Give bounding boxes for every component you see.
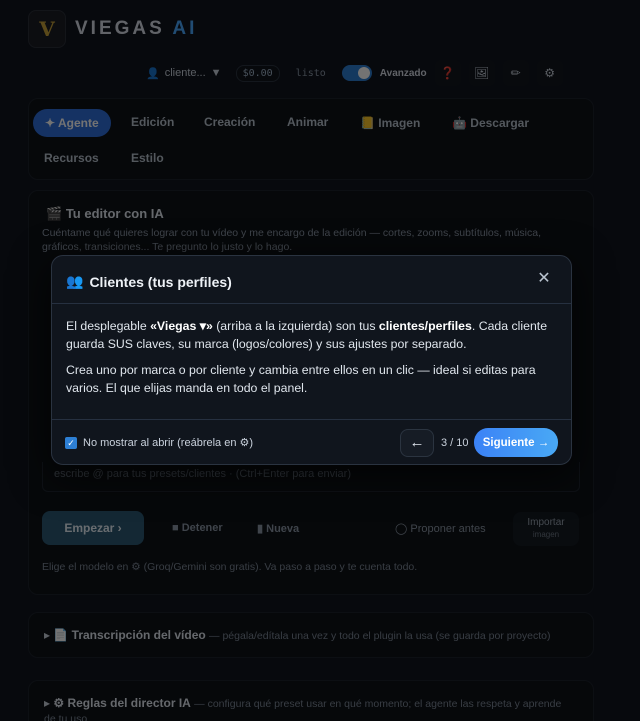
tab-image[interactable]: 📒 Imagen: [360, 116, 420, 130]
tab-style[interactable]: Estilo: [131, 151, 164, 165]
step-counter: 3 / 10: [441, 437, 469, 449]
checkbox-checked-icon[interactable]: ✓: [65, 436, 77, 449]
tab-resources[interactable]: Recursos: [44, 151, 99, 165]
help-icon[interactable]: ❓: [434, 60, 461, 86]
start-button[interactable]: Empezar ›: [42, 511, 144, 545]
advanced-toggle[interactable]: [341, 65, 372, 81]
brand-title: VIEGAS AI: [75, 18, 198, 39]
editor-description: Cuéntame qué quieres lograr con tu vídeo…: [42, 227, 542, 253]
client-selector[interactable]: 👤 cliente... ▼: [140, 64, 228, 83]
radio-icon: ◯: [395, 523, 408, 535]
divider: [52, 303, 571, 304]
divider: [52, 419, 571, 420]
clients-dialog: 👥 Clientes (tus perfiles) ✕ El desplegab…: [51, 255, 572, 465]
transcription-header[interactable]: ▸ 📄 Transcripción del vídeo — pégala/edí…: [44, 628, 551, 642]
new-button[interactable]: ▮ Nueva: [257, 522, 299, 535]
dialog-paragraph-1: El desplegable «Viegas ▾» (arriba a la i…: [66, 319, 548, 351]
previous-button[interactable]: ←: [400, 429, 434, 457]
next-button[interactable]: Siguiente →: [474, 428, 558, 457]
dialog-title: 👥 Clientes (tus perfiles): [66, 273, 232, 290]
brand-logo: V: [28, 10, 66, 48]
people-icon: 👥: [66, 273, 84, 289]
chevron-down-icon: ▼: [210, 67, 222, 79]
close-icon[interactable]: ✕: [535, 270, 553, 288]
propose-toggle[interactable]: ◯ Proponer antes: [395, 522, 486, 535]
dont-show-checkbox[interactable]: ✓ No mostrar al abrir (reábrela en ⚙): [65, 436, 253, 449]
document-icon: 📄: [53, 628, 69, 642]
advanced-label: Avanzado: [379, 67, 427, 79]
tab-edit[interactable]: Edición: [131, 115, 174, 129]
top-toolbar: 👤 cliente... ▼ $0.00 listo Avanzado ❓ 🖼 …: [140, 60, 563, 86]
dialog-body: El desplegable «Viegas ▾» (arriba a la i…: [66, 317, 560, 405]
status-text: listo: [295, 67, 326, 79]
editor-title: 🎬 Tu editor con IA: [46, 206, 164, 221]
director-header[interactable]: ▸ ⚙ Reglas del director IA — configura q…: [44, 696, 564, 721]
tabs-card: [28, 98, 594, 180]
clapper-icon: 🎬: [46, 206, 63, 221]
image-icon: 📒: [360, 116, 375, 130]
model-hint: Elige el modelo en ⚙ (Groq/Gemini son gr…: [42, 561, 418, 573]
tab-agent[interactable]: ✦ Agente: [33, 109, 111, 137]
tab-animate[interactable]: Animar: [287, 115, 328, 129]
gear-icon[interactable]: ⚙: [536, 60, 563, 86]
tab-download[interactable]: 🤖 Descargar: [452, 116, 529, 130]
import-image-button[interactable]: Importar imagen: [513, 512, 579, 546]
stop-button[interactable]: ■ Detener: [172, 522, 223, 534]
user-icon: 👤: [146, 67, 160, 80]
tab-create[interactable]: Creación: [204, 115, 255, 129]
cost-badge: $0.00: [235, 64, 280, 82]
stop-icon: ■: [172, 522, 179, 534]
dialog-paragraph-2: Crea uno por marca o por cliente y cambi…: [66, 363, 536, 395]
prompt-placeholder: escribe @ para tus presets/clientes · (C…: [54, 468, 351, 480]
image-icon[interactable]: 🖼: [468, 60, 495, 86]
new-icon: ▮: [257, 523, 264, 535]
brush-icon[interactable]: ✏: [502, 60, 529, 86]
download-icon: 🤖: [452, 116, 467, 130]
